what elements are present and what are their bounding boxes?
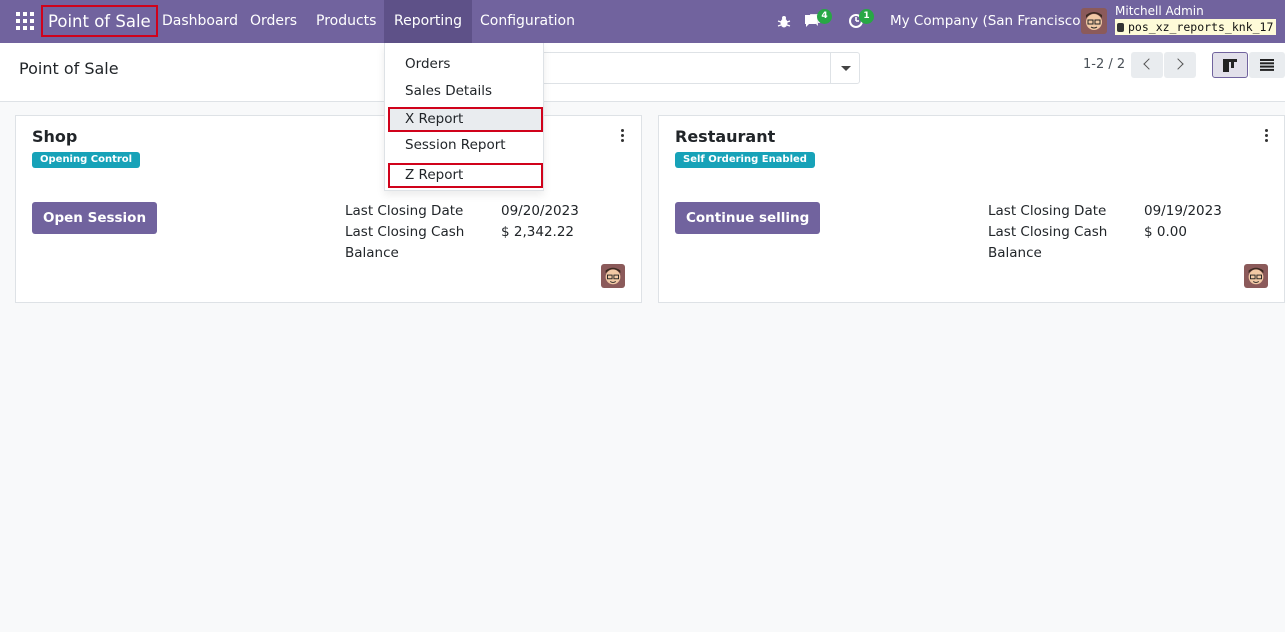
- reporting-dropdown: Orders Sales Details X Report Session Re…: [384, 43, 544, 191]
- menu-item-x-report[interactable]: X Report: [388, 107, 543, 132]
- user-name[interactable]: Mitchell Admin: [1115, 3, 1204, 19]
- search-input[interactable]: [540, 52, 860, 84]
- status-badge: Opening Control: [32, 152, 141, 168]
- top-navbar: Point of Sale Dashboard Orders Products …: [0, 0, 1285, 43]
- activity-badge: 1: [859, 9, 874, 24]
- chevron-right-icon: [1172, 58, 1184, 70]
- open-session-button[interactable]: Open Session: [32, 202, 158, 234]
- kebab-menu-icon[interactable]: [1265, 129, 1269, 143]
- control-panel: Point of Sale 1-2 / 2: [0, 43, 1285, 102]
- pager-previous-button[interactable]: [1131, 52, 1163, 78]
- apps-menu-icon[interactable]: [16, 12, 34, 30]
- responsible-avatar[interactable]: [1244, 264, 1268, 288]
- menu-item-sales-details[interactable]: Sales Details: [385, 79, 543, 104]
- pager-next-button[interactable]: [1164, 52, 1196, 78]
- last-closing-cash-label-balance: Balance: [988, 245, 1042, 261]
- search-options-toggle[interactable]: [830, 53, 859, 83]
- pos-card-shop: Shop Opening Control Open Session Last C…: [15, 115, 642, 303]
- menu-item-z-report[interactable]: Z Report: [388, 163, 543, 188]
- last-closing-date-label: Last Closing Date: [988, 203, 1107, 219]
- page-title: Point of Sale: [19, 59, 119, 78]
- menu-dashboard[interactable]: Dashboard: [152, 0, 248, 43]
- menu-reporting[interactable]: Reporting: [384, 0, 473, 43]
- last-closing-cash-label-balance: Balance: [345, 245, 399, 261]
- last-closing-cash-label: Last Closing Cash: [988, 224, 1108, 240]
- menu-products[interactable]: Products: [306, 0, 386, 43]
- card-title[interactable]: Shop: [32, 127, 77, 146]
- messages-badge: 4: [817, 9, 832, 24]
- list-icon: [1260, 59, 1274, 71]
- card-title[interactable]: Restaurant: [675, 127, 775, 146]
- debug-icon[interactable]: [777, 14, 791, 28]
- list-view-button[interactable]: [1249, 52, 1285, 78]
- kanban-view-button[interactable]: [1212, 52, 1248, 78]
- menu-orders[interactable]: Orders: [240, 0, 307, 43]
- status-badge: Self Ordering Enabled: [675, 152, 815, 168]
- pos-card-restaurant: Restaurant Self Ordering Enabled Continu…: [658, 115, 1285, 303]
- menu-item-session-report[interactable]: Session Report: [385, 133, 543, 158]
- database-icon: [1117, 22, 1124, 32]
- company-switcher[interactable]: My Company (San Francisco): [890, 0, 1086, 43]
- last-closing-cash-value: $ 2,342.22: [501, 224, 574, 240]
- last-closing-cash-label: Last Closing Cash: [345, 224, 465, 240]
- database-name: pos_xz_reports_knk_17: [1128, 20, 1274, 34]
- last-closing-date-value: 09/19/2023: [1144, 203, 1222, 219]
- kebab-menu-icon[interactable]: [621, 129, 625, 143]
- app-brand[interactable]: Point of Sale: [41, 5, 158, 37]
- caret-down-icon: [841, 66, 851, 71]
- last-closing-cash-value: $ 0.00: [1144, 224, 1187, 240]
- database-tag: pos_xz_reports_knk_17: [1115, 19, 1277, 35]
- last-closing-date-label: Last Closing Date: [345, 203, 464, 219]
- responsible-avatar[interactable]: [601, 264, 625, 288]
- pager-value[interactable]: 1-2 / 2: [1083, 57, 1125, 72]
- user-avatar[interactable]: [1081, 8, 1107, 34]
- menu-configuration[interactable]: Configuration: [470, 0, 585, 43]
- last-closing-date-value: 09/20/2023: [501, 203, 579, 219]
- kanban-icon: [1223, 59, 1237, 72]
- menu-item-orders[interactable]: Orders: [385, 52, 543, 77]
- chevron-left-icon: [1143, 58, 1155, 70]
- continue-selling-button[interactable]: Continue selling: [675, 202, 821, 234]
